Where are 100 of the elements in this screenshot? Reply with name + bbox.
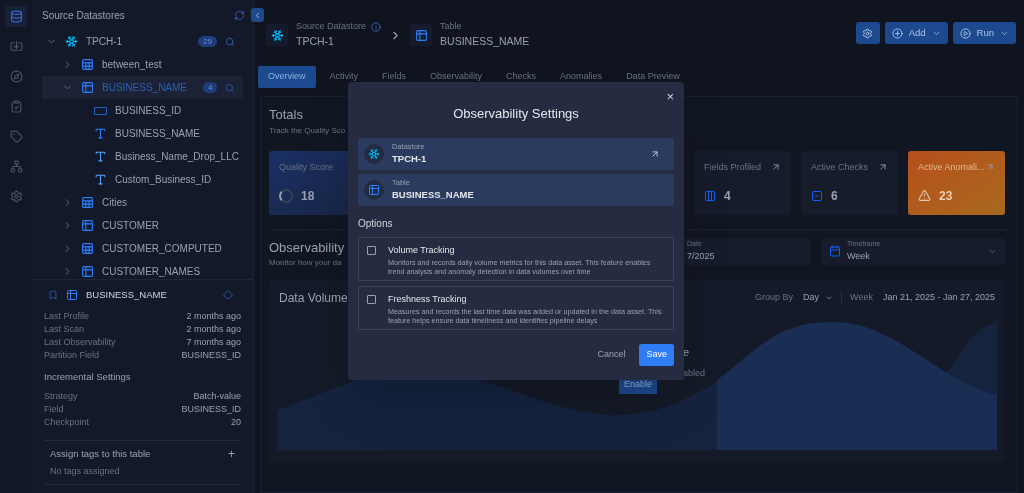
tree-item[interactable]: BUSINESS_NAME 4 (42, 76, 243, 99)
search-icon[interactable] (225, 82, 235, 93)
asset-value: TPCH-1 (392, 152, 428, 166)
section-title: Totals (269, 106, 303, 124)
add-tag-button[interactable]: + (228, 447, 235, 460)
settings-button[interactable] (855, 22, 880, 44)
columns-icon (704, 189, 716, 202)
tree-label: TPCH-1 (86, 35, 123, 49)
tree-label: Business_Name_Drop_LLC (115, 150, 239, 164)
stat-label: Quality Score (279, 160, 334, 174)
tree-label: Cities (102, 196, 127, 210)
tree-label: BUSINESS_NAME (115, 127, 201, 141)
details-title: BUSINESS_NAME (86, 288, 168, 302)
checkbox[interactable] (367, 245, 376, 255)
section-subtitle: Monitor how your da (269, 257, 342, 269)
tree-item[interactable]: Custom_Business_ID (42, 168, 243, 191)
tree-item[interactable]: CUSTOMER (42, 214, 243, 237)
table-icon (81, 58, 94, 71)
detail-label: Partition Field (44, 349, 100, 362)
notice-text: abled (683, 366, 706, 380)
tree-item[interactable]: Business_Name_Drop_LLC (42, 145, 243, 168)
table-icon (368, 183, 380, 196)
stat-value: 4 (724, 187, 731, 205)
play-circle-icon (959, 27, 971, 39)
detail-label: Field (44, 403, 64, 417)
refresh-icon[interactable] (234, 9, 245, 21)
run-button[interactable]: Run (952, 22, 1016, 44)
checkbox[interactable] (367, 294, 376, 304)
chevron-left-icon (253, 10, 262, 20)
count-badge: 4 (203, 82, 218, 93)
stat-value: 23 (939, 187, 953, 205)
save-button[interactable]: Save (639, 343, 674, 366)
crumb-value[interactable]: TPCH-1 (296, 33, 382, 50)
detail-label: Strategy (44, 390, 78, 404)
chart-title: Data Volume (279, 290, 348, 307)
crumb-label: Table (440, 20, 462, 34)
calendar-icon (829, 245, 841, 257)
settings-icon (9, 190, 23, 203)
section-title: Incremental Settings (44, 370, 132, 385)
dialog-title: Observability Settings (452, 105, 580, 123)
tree-item[interactable]: BUSINESS_NAME (42, 122, 243, 145)
detail-value: 2 months ago (186, 310, 241, 323)
hierarchy-icon (9, 160, 23, 173)
detail-value: Batch-value (193, 390, 241, 404)
stat-value: 6 (831, 187, 838, 205)
arrow-up-right-icon (985, 162, 995, 173)
crumb-value[interactable]: BUSINESS_NAME (440, 33, 530, 50)
asset-value: BUSINESS_NAME (392, 188, 475, 202)
tab[interactable]: Observability (420, 66, 493, 88)
tree-item[interactable]: CUSTOMER_NAMES (42, 260, 243, 279)
notice-title: e (683, 345, 691, 360)
group-by-select[interactable]: Day (803, 291, 843, 305)
sidebar-title: Source Datastores (42, 8, 126, 23)
add-button[interactable]: Add (884, 22, 948, 44)
text-type-icon (94, 127, 107, 140)
detail-label: Last Profile (44, 310, 90, 323)
snowflake-icon (65, 35, 78, 48)
arrow-up-right-icon[interactable] (650, 148, 660, 159)
tab[interactable]: Data Preview (616, 66, 690, 88)
tags-title: Assign tags to this table (50, 446, 151, 461)
import-icon (9, 40, 23, 53)
bookmark-icon[interactable] (48, 290, 58, 301)
stat-label: Active Anomali... (918, 160, 985, 174)
section-subtitle: Track the Quality Sco (269, 124, 346, 137)
tree-label: BUSINESS_NAME (102, 81, 188, 95)
score-ring-icon (279, 188, 293, 203)
stat-value: 18 (301, 187, 315, 205)
detail-label: Last Observability (44, 336, 116, 349)
stat-card[interactable]: Active Checks 6 (801, 150, 898, 215)
table-icon (81, 81, 94, 94)
cancel-button[interactable]: Cancel (597, 347, 626, 362)
nav-item[interactable] (5, 6, 27, 27)
tree-item[interactable]: BUSINESS_ID (42, 99, 243, 122)
computed-text-icon (94, 173, 107, 186)
plus-circle-icon (891, 27, 903, 39)
database-icon (9, 10, 23, 23)
info-icon[interactable] (371, 22, 382, 33)
diamond-icon[interactable] (223, 290, 233, 301)
option-title: Volume Tracking (388, 243, 456, 257)
tree-label: Custom_Business_ID (115, 173, 212, 187)
tab[interactable]: Fields (372, 66, 417, 88)
close-button[interactable]: × (666, 92, 674, 102)
stat-label: Active Checks (811, 160, 869, 174)
tab[interactable]: Anomalies (550, 66, 613, 88)
detail-label: Last Scan (44, 323, 85, 336)
stat-card[interactable]: Fields Profiled 4 (694, 150, 791, 215)
check-square-icon (811, 189, 823, 202)
tab[interactable]: Activity (319, 66, 369, 88)
tab[interactable]: Overview (258, 66, 316, 88)
search-icon[interactable] (225, 36, 235, 47)
date-range[interactable]: Jan 21, 2025 - Jan 27, 2025 (882, 291, 995, 305)
tree-item[interactable]: CUSTOMER_COMPUTED (42, 237, 243, 260)
table-icon (81, 242, 94, 255)
tree-item[interactable]: between_test (42, 53, 243, 76)
collapse-button[interactable] (251, 8, 264, 22)
tree-item[interactable]: TPCH-1 29 (42, 30, 243, 53)
tab[interactable]: Checks (496, 66, 547, 88)
arrow-up-right-icon (771, 162, 781, 173)
tree-item[interactable]: Cities (42, 191, 243, 214)
detail-value: 20 (231, 416, 241, 430)
